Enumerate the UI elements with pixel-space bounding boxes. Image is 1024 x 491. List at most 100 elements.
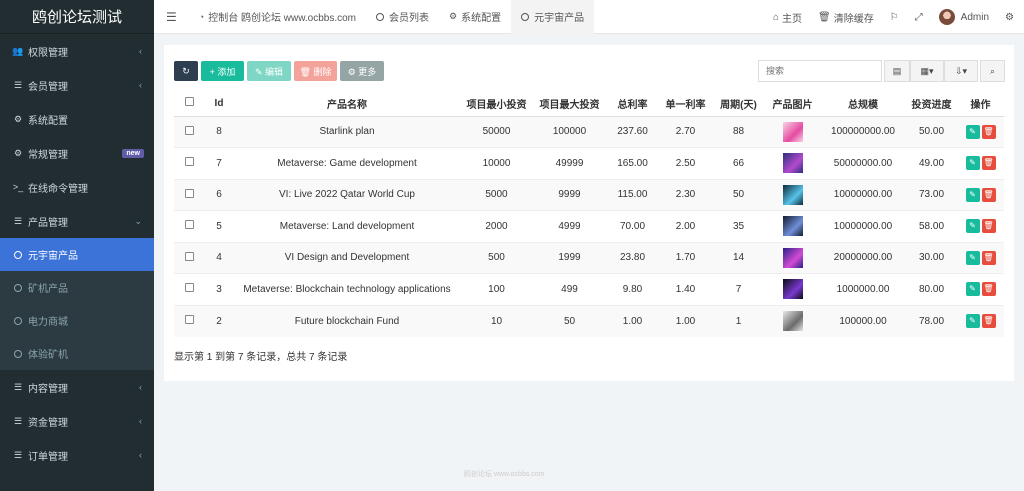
sidebar-item-1[interactable]: ☰ 会员管理 ‹ [0, 68, 154, 102]
footer-text: 鸥创论坛 www.ocbbs.com [464, 471, 545, 478]
search-input[interactable] [758, 60, 882, 82]
row-delete-button[interactable]: 🗑 [981, 219, 996, 234]
clear-cache-link[interactable]: 🗑 清除缓存 [810, 10, 882, 25]
select-all-checkbox[interactable] [174, 91, 204, 117]
settings-cogs-icon[interactable]: ⚙ [997, 12, 1024, 23]
sidebar-item-label: 权限管理 [28, 47, 68, 59]
table-row[interactable]: 8 Starlink plan 50000 100000 237.60 2.70 88 100… [174, 115, 1004, 148]
row-edit-button[interactable]: ✎ [965, 124, 980, 139]
home-link[interactable]: ⌂ 主页 [765, 10, 810, 25]
column-header: 总利率 [606, 91, 659, 117]
fullscreen-icon[interactable]: ⤢ [907, 12, 931, 23]
cell-total_scale: 10000000.00 [820, 210, 906, 242]
cell-actions: ✎ 🗑 [957, 304, 1004, 337]
row-edit-button[interactable]: ✎ [965, 156, 980, 171]
product-thumbnail[interactable] [782, 153, 803, 174]
table-row[interactable]: 5 Metaverse: Land development 2000 4999 70.0… [174, 210, 1004, 242]
tab-3[interactable]: 元宇宙产品 [511, 0, 595, 34]
tab-0[interactable]: ◔ 控制台 鸥创论坛 www.ocbbs.com [189, 0, 366, 34]
column-header: Id [204, 91, 234, 117]
add-button[interactable]: + 添加 [201, 61, 244, 81]
edit-button[interactable]: ✎ 编辑 [247, 61, 291, 81]
row-delete-button[interactable]: 🗑 [981, 282, 996, 297]
language-icon[interactable]: ⚐ [882, 12, 907, 23]
cell-max: 9999 [533, 178, 606, 211]
table-row[interactable]: 7 Metaverse: Game development 10000 49999 16… [174, 147, 1004, 179]
cell-cycle: 35 [712, 210, 765, 242]
sidebar-item-1[interactable]: ☰ 资金管理 ‹ [0, 404, 154, 438]
table-row[interactable]: 2 Future blockchain Fund 10 50 1.00 1.00 1 1000… [174, 304, 1004, 337]
cell-actions: ✎ 🗑 [957, 210, 1004, 242]
row-edit-button[interactable]: ✎ [965, 250, 980, 265]
checkbox[interactable] [184, 157, 194, 167]
checkbox[interactable] [184, 251, 194, 261]
users-icon: 👥 [12, 45, 24, 56]
nav-tabs: ◔ 控制台 鸥创论坛 www.ocbbs.com 会员列表 ⚙ 系统配置 元宇宙产品 [189, 0, 595, 34]
row-checkbox[interactable] [174, 178, 204, 211]
toggle-view-button[interactable]: ▤ [884, 60, 910, 82]
cell-total_rate: 115.00 [606, 178, 659, 211]
table-row[interactable]: 6 VI: Live 2022 Qatar World Cup 5000 9999 11… [174, 178, 1004, 211]
cell-progress: 78.00 [906, 304, 957, 337]
refresh-button[interactable]: ↻ [174, 61, 198, 81]
table-body: 8 Starlink plan 50000 100000 237.60 2.70 88 100… [174, 115, 1004, 337]
row-delete-button[interactable]: 🗑 [981, 314, 996, 328]
sidebar-item-5[interactable]: ☰ 产品管理 ⌄ [0, 204, 154, 238]
sidebar-item-2[interactable]: ⚙ 系统配置 [0, 102, 154, 136]
sidebar-subitem-2[interactable]: 电力商城 [0, 304, 154, 337]
product-thumbnail[interactable] [782, 311, 803, 331]
row-edit-button[interactable]: ✎ [965, 219, 980, 234]
more-button[interactable]: ⚙ 更多 [340, 61, 384, 81]
user-menu[interactable]: Admin [931, 9, 997, 25]
delete-button[interactable]: 🗑 删除 [294, 61, 337, 81]
row-delete-button[interactable]: 🗑 [981, 187, 996, 202]
menu-toggle-icon[interactable]: ☰ [154, 0, 189, 34]
sidebar-subitem-label: 电力商城 [28, 317, 68, 328]
tab-1[interactable]: 会员列表 [366, 0, 439, 34]
row-edit-button[interactable]: ✎ [965, 187, 980, 202]
cell-cycle: 66 [712, 147, 765, 179]
sidebar-subitem-1[interactable]: 矿机产品 [0, 271, 154, 304]
row-delete-button[interactable]: 🗑 [981, 250, 996, 265]
sidebar-item-2[interactable]: ☰ 订单管理 ‹ [0, 438, 154, 472]
product-thumbnail[interactable] [782, 247, 803, 268]
row-checkbox[interactable] [174, 147, 204, 179]
sidebar-item-4[interactable]: >_ 在线命令管理 [0, 170, 154, 204]
sidebar-item-0[interactable]: 👥 权限管理 ‹ [0, 34, 154, 68]
cell-id: 7 [204, 147, 234, 179]
checkbox[interactable] [184, 188, 194, 198]
row-edit-button[interactable]: ✎ [965, 282, 980, 297]
sidebar-item-3[interactable]: ⚙ 常规管理 new [0, 136, 154, 170]
row-checkbox[interactable] [174, 241, 204, 274]
checkbox[interactable] [184, 283, 194, 293]
product-thumbnail[interactable] [782, 121, 803, 142]
product-thumbnail[interactable] [782, 216, 803, 237]
table-row[interactable]: 3 Metaverse: Blockchain technology applic… [174, 273, 1004, 305]
row-delete-button[interactable]: 🗑 [981, 156, 996, 171]
sidebar-subitem-3[interactable]: 体验矿机 [0, 337, 154, 370]
column-header: 操作 [957, 91, 1004, 117]
cell-progress: 49.00 [906, 147, 957, 179]
row-checkbox[interactable] [174, 304, 204, 337]
row-edit-button[interactable]: ✎ [965, 314, 980, 328]
checkbox[interactable] [184, 125, 194, 135]
product-thumbnail[interactable] [782, 184, 803, 205]
row-checkbox[interactable] [174, 273, 204, 305]
sidebar-item-label: 会员管理 [28, 81, 68, 93]
row-delete-button[interactable]: 🗑 [981, 124, 996, 139]
checkbox[interactable] [184, 315, 194, 324]
new-badge: new [122, 148, 144, 158]
columns-button[interactable]: ▦▾ [910, 60, 944, 82]
product-thumbnail[interactable] [782, 279, 803, 300]
search-toggle-button[interactable]: ⌕ [980, 60, 1005, 82]
export-button[interactable]: ⇩▾ [944, 60, 978, 82]
chevron-down-icon: ⌄ [134, 215, 142, 226]
sidebar-item-0[interactable]: ☰ 内容管理 ‹ [0, 370, 154, 404]
tab-2[interactable]: ⚙ 系统配置 [439, 0, 511, 34]
checkbox[interactable] [184, 220, 194, 230]
table-row[interactable]: 4 VI Design and Development 500 1999 23.80 1.… [174, 241, 1004, 274]
sidebar-subitem-0[interactable]: 元宇宙产品 [0, 238, 154, 271]
row-checkbox[interactable] [174, 115, 204, 148]
row-checkbox[interactable] [174, 210, 204, 242]
sidebar-menu: 👥 权限管理 ‹ ☰ 会员管理 ‹ ⚙ 系统配置 ⚙ 常规管理 new >_ 在线命令管理 ☰ 产品管理 ⌄ [0, 34, 154, 238]
